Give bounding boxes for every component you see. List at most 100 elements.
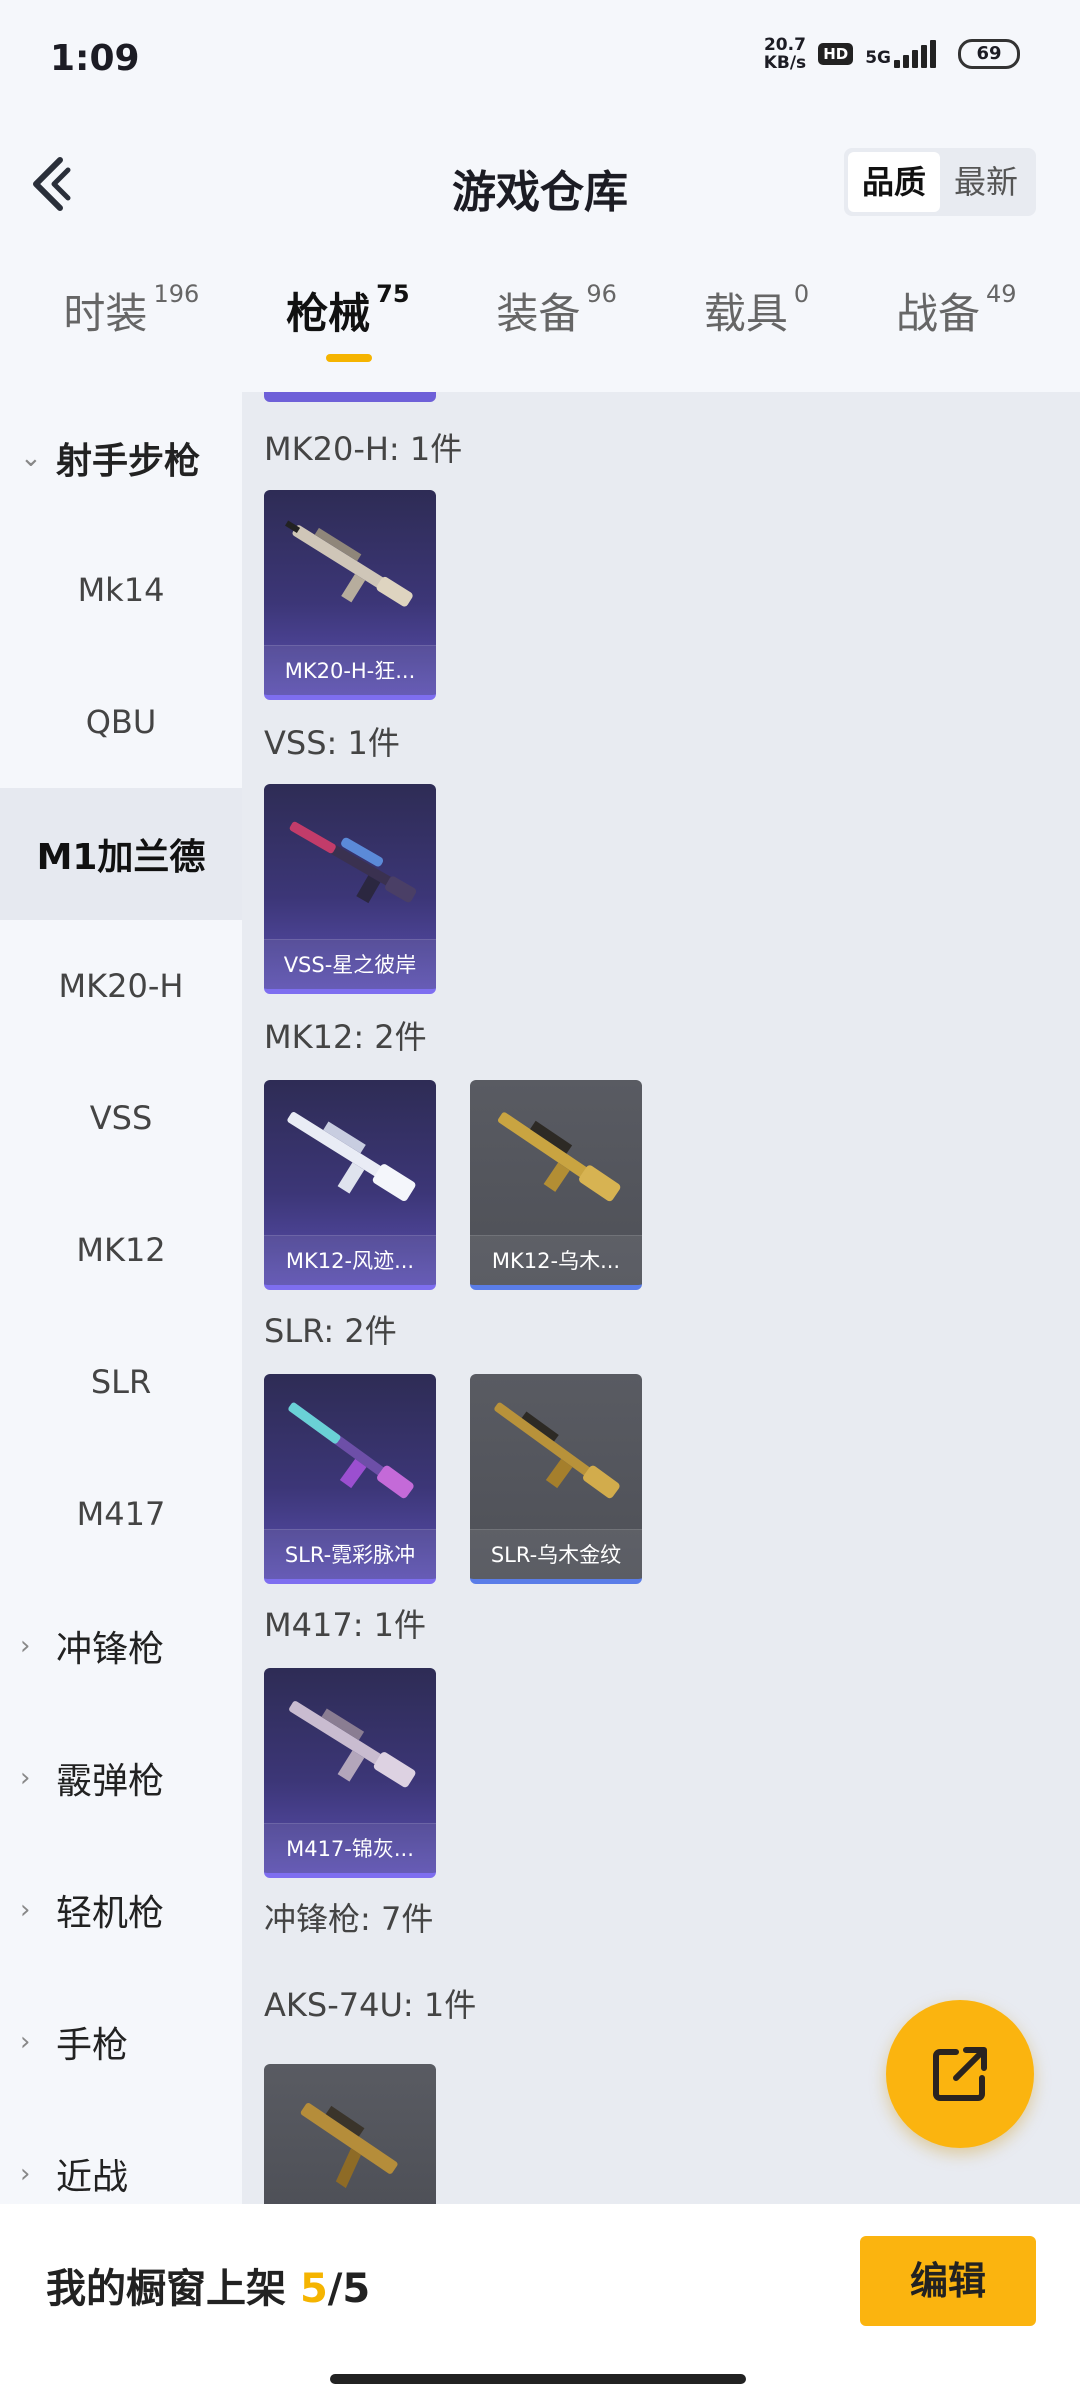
sidebar-item-mk14[interactable]: Mk14 bbox=[0, 524, 242, 656]
section-label: VSS: 1件 bbox=[264, 724, 400, 762]
sort-latest-button[interactable]: 最新 bbox=[940, 152, 1032, 212]
network-speed-value: 20.7 bbox=[763, 35, 806, 55]
sort-quality-button[interactable]: 品质 bbox=[848, 152, 940, 212]
section-label: MK20-H: 1件 bbox=[264, 430, 463, 468]
section-label: MK12: 2件 bbox=[264, 1018, 427, 1056]
sidebar-group-label: 手枪 bbox=[56, 2025, 129, 2066]
sidebar-item-vss[interactable]: VSS bbox=[0, 1052, 242, 1184]
weapon-card[interactable]: MK20-H-狂... bbox=[264, 490, 436, 700]
tab-count: 75 bbox=[376, 280, 410, 308]
network-speed: 20.7 KB/s bbox=[764, 36, 806, 72]
share-button[interactable] bbox=[886, 2000, 1034, 2148]
tab-count: 0 bbox=[793, 280, 810, 308]
weapon-card[interactable]: MK12-乌木... bbox=[470, 1080, 642, 1290]
network-speed-unit: KB/s bbox=[763, 53, 807, 73]
weapon-name: M417-锦灰... bbox=[264, 1823, 436, 1873]
rifle-skin-image bbox=[287, 1112, 416, 1201]
section-label: SLR: 2件 bbox=[264, 1312, 397, 1350]
showcase-bar: 我的橱窗上架 5/5 编辑 bbox=[0, 2204, 1080, 2400]
tab-firearms[interactable]: 枪械 75 bbox=[286, 280, 410, 370]
battery-icon: 69 bbox=[958, 39, 1020, 69]
home-indicator[interactable] bbox=[330, 2374, 746, 2384]
hd-icon: HD bbox=[818, 43, 854, 65]
weapon-list: MK20-H: 1件 MK20-H-狂... VSS: 1件 VSS-星之彼岸 bbox=[242, 392, 1080, 2204]
weapon-name: MK12-风迹... bbox=[264, 1235, 436, 1285]
tab-active-indicator bbox=[326, 354, 373, 362]
rifle-skin-image bbox=[289, 821, 417, 904]
tab-count: 49 bbox=[985, 280, 1017, 308]
sidebar-item-m417[interactable]: M417 bbox=[0, 1448, 242, 1580]
previous-card-edge bbox=[264, 392, 436, 402]
sidebar-group-shotgun[interactable]: › 霰弹枪 bbox=[0, 1712, 242, 1844]
weapon-card[interactable] bbox=[264, 2064, 436, 2204]
sidebar-group-label: 轻机枪 bbox=[56, 1893, 165, 1934]
tab-label: 装备 bbox=[496, 289, 581, 338]
signal-icon: 5G bbox=[865, 40, 936, 68]
weapon-sidebar: ⌄ 射手步枪 Mk14 QBU M1加兰德 MK20-H VSS MK12 SL… bbox=[0, 392, 242, 2204]
chevron-right-icon: › bbox=[20, 2027, 31, 2057]
sort-toggle: 品质 最新 bbox=[844, 148, 1036, 216]
tab-label: 枪械 bbox=[286, 289, 371, 338]
sidebar-item-mk20h[interactable]: MK20-H bbox=[0, 920, 242, 1052]
sidebar-group-label: 近战 bbox=[56, 2157, 129, 2198]
category-count-label: 冲锋枪: 7件 bbox=[264, 1900, 434, 1938]
page-header: 游戏仓库 品质 最新 bbox=[0, 140, 1080, 230]
rifle-skin-image bbox=[497, 1112, 621, 1202]
section-label: M417: 1件 bbox=[264, 1606, 427, 1644]
chevron-down-icon: ⌄ bbox=[20, 443, 42, 473]
showcase-separator: / bbox=[327, 2266, 343, 2312]
signal-bars-icon bbox=[894, 40, 936, 68]
tab-vehicles[interactable]: 载具 0 bbox=[704, 280, 809, 370]
tab-equipment[interactable]: 装备 96 bbox=[496, 280, 617, 370]
weapon-name: MK12-乌木... bbox=[470, 1235, 642, 1285]
weapon-card[interactable]: VSS-星之彼岸 bbox=[264, 784, 436, 994]
sidebar-group-melee[interactable]: › 近战 bbox=[0, 2108, 242, 2204]
section-label: AKS-74U: 1件 bbox=[264, 1986, 477, 2024]
sidebar-group-dmr[interactable]: ⌄ 射手步枪 bbox=[0, 392, 242, 524]
showcase-label: 我的橱窗上架 bbox=[46, 2266, 300, 2312]
chevron-right-icon: › bbox=[20, 2159, 31, 2189]
status-bar: 1:09 20.7 KB/s HD 5G 69 bbox=[0, 0, 1080, 120]
tab-label: 载具 bbox=[703, 289, 788, 338]
edit-button[interactable]: 编辑 bbox=[860, 2236, 1036, 2326]
sidebar-group-pistol[interactable]: › 手枪 bbox=[0, 1976, 242, 2108]
rifle-skin-image bbox=[494, 1402, 620, 1499]
sidebar-group-label: 射手步枪 bbox=[56, 441, 201, 482]
sidebar-item-mk12[interactable]: MK12 bbox=[0, 1184, 242, 1316]
showcase-count: 我的橱窗上架 5/5 bbox=[46, 2256, 370, 2314]
tab-outfits[interactable]: 时装 196 bbox=[63, 280, 199, 370]
sidebar-group-smg[interactable]: › 冲锋枪 bbox=[0, 1580, 242, 1712]
sidebar-group-label: 冲锋枪 bbox=[56, 1629, 165, 1670]
network-type: 5G bbox=[865, 48, 891, 68]
weapon-name: MK20-H-狂... bbox=[264, 645, 436, 695]
weapon-name: VSS-星之彼岸 bbox=[264, 939, 436, 989]
sidebar-group-label: 霰弹枪 bbox=[56, 1761, 165, 1802]
chevron-right-icon: › bbox=[20, 1763, 31, 1793]
tab-label: 战备 bbox=[895, 289, 980, 338]
weapon-name: SLR-霓彩脉冲 bbox=[264, 1529, 436, 1579]
category-tabs: 时装 196 枪械 75 装备 96 载具 0 战备 49 bbox=[0, 280, 1080, 380]
sidebar-item-m1-garand[interactable]: M1加兰德 bbox=[0, 788, 242, 920]
rifle-skin-image bbox=[289, 1701, 416, 1788]
weapon-card[interactable]: SLR-霓彩脉冲 bbox=[264, 1374, 436, 1584]
chevron-right-icon: › bbox=[20, 1895, 31, 1925]
tab-label: 时装 bbox=[63, 289, 148, 338]
showcase-total: 5 bbox=[342, 2266, 371, 2312]
tab-count: 196 bbox=[153, 280, 200, 308]
weapon-name: SLR-乌木金纹 bbox=[470, 1529, 642, 1579]
rifle-skin-image bbox=[288, 1402, 414, 1499]
status-time: 1:09 bbox=[50, 38, 140, 79]
sidebar-group-lmg[interactable]: › 轻机枪 bbox=[0, 1844, 242, 1976]
tab-count: 96 bbox=[586, 280, 617, 308]
status-icons: 20.7 KB/s HD 5G 69 bbox=[764, 36, 1020, 72]
weapon-card[interactable]: M417-锦灰... bbox=[264, 1668, 436, 1878]
showcase-shown: 5 bbox=[299, 2266, 328, 2312]
rifle-skin-image bbox=[300, 2103, 398, 2189]
weapon-card[interactable]: SLR-乌木金纹 bbox=[470, 1374, 642, 1584]
weapon-card[interactable]: MK12-风迹... bbox=[264, 1080, 436, 1290]
sidebar-item-qbu[interactable]: QBU bbox=[0, 656, 242, 788]
tab-supplies[interactable]: 战备 49 bbox=[896, 280, 1017, 370]
share-icon bbox=[933, 2047, 987, 2101]
sidebar-item-slr[interactable]: SLR bbox=[0, 1316, 242, 1448]
chevron-right-icon: › bbox=[20, 1631, 31, 1661]
